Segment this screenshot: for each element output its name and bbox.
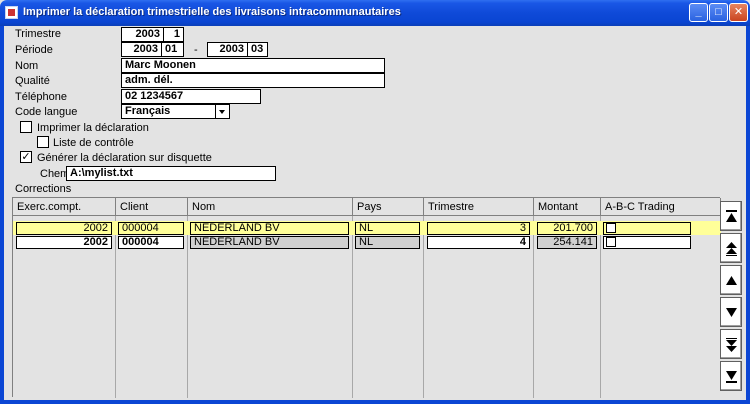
scroll-bottom-icon — [726, 371, 737, 383]
column-header-abc-trading[interactable]: A-B-C Trading — [601, 198, 721, 216]
column-divider — [423, 216, 424, 398]
generer-disquette-checkbox[interactable]: ✓ — [20, 151, 32, 163]
telephone-field[interactable]: 02 1234567 — [121, 89, 261, 104]
qualite-field[interactable]: adm. dél. — [121, 73, 385, 88]
periode-from-year-field[interactable]: 2003 — [121, 42, 162, 57]
imprimer-declaration-checkbox[interactable] — [20, 121, 32, 133]
trimestre-quarter-field[interactable]: 1 — [163, 27, 184, 42]
cell-abc-trading[interactable] — [603, 222, 691, 235]
double-down-arrow-icon — [726, 338, 737, 352]
liste-controle-checkbox[interactable] — [37, 136, 49, 148]
cell-exercice[interactable]: 2002 — [16, 236, 112, 249]
cell-abc-trading[interactable] — [603, 236, 691, 249]
page-down-button[interactable] — [720, 329, 742, 359]
code-langue-value: Français — [125, 105, 171, 117]
cell-exercice[interactable]: 2002 — [16, 222, 112, 235]
cell-montant[interactable]: 201.700 — [537, 222, 597, 235]
column-divider — [600, 216, 601, 398]
app-icon — [5, 6, 18, 19]
scroll-bottom-button[interactable] — [720, 361, 742, 391]
scroll-top-button[interactable] — [720, 201, 742, 231]
telephone-label: Téléphone — [15, 91, 67, 103]
scroll-top-icon — [726, 210, 737, 222]
abc-trading-checkbox[interactable] — [606, 237, 616, 247]
periode-from-month-field[interactable]: 01 — [161, 42, 184, 57]
periode-label: Période — [15, 44, 53, 56]
cell-client[interactable]: 000004 — [118, 236, 184, 249]
nom-field[interactable]: Marc Moonen — [121, 58, 385, 73]
page-up-button[interactable] — [720, 233, 742, 263]
up-arrow-icon — [726, 276, 737, 285]
chemin-label: Chem — [40, 168, 70, 180]
cell-pays[interactable]: NL — [355, 222, 420, 235]
line-down-button[interactable] — [720, 297, 742, 327]
code-langue-label: Code langue — [15, 106, 78, 118]
title-bar[interactable]: Imprimer la déclaration trimestrielle de… — [0, 0, 750, 26]
maximize-button[interactable]: □ — [709, 3, 728, 22]
cell-trimestre[interactable]: 4 — [427, 236, 530, 249]
minimize-button[interactable]: _ — [689, 3, 708, 22]
down-arrow-icon — [726, 308, 737, 317]
nom-label: Nom — [15, 60, 39, 72]
corrections-label: Corrections — [15, 183, 72, 195]
column-header-pays[interactable]: Pays — [353, 198, 424, 216]
periode-to-month-field[interactable]: 03 — [247, 42, 268, 57]
code-langue-select[interactable]: Français — [121, 104, 230, 119]
chemin-field[interactable]: A:\mylist.txt — [66, 166, 276, 181]
cell-trimestre[interactable]: 3 — [427, 222, 530, 235]
column-divider — [352, 216, 353, 398]
column-header-nom[interactable]: Nom — [188, 198, 353, 216]
column-header-trimestre[interactable]: Trimestre — [424, 198, 534, 216]
column-divider — [115, 216, 116, 398]
cell-nom[interactable]: NEDERLAND BV — [190, 222, 349, 235]
window-title: Imprimer la déclaration trimestrielle de… — [23, 6, 401, 18]
window-frame-bottom — [0, 400, 750, 404]
column-header-client[interactable]: Client — [116, 198, 188, 216]
trimestre-label: Trimestre — [15, 28, 62, 40]
periode-to-year-field[interactable]: 2003 — [207, 42, 248, 57]
column-divider — [187, 216, 188, 398]
close-button[interactable]: ✕ — [729, 3, 748, 22]
column-header-exercice[interactable]: Exerc.compt. — [13, 198, 116, 216]
periode-separator: - — [194, 44, 198, 56]
window-frame-left — [0, 26, 4, 404]
column-header-montant[interactable]: Montant — [534, 198, 601, 216]
line-up-button[interactable] — [720, 265, 742, 295]
cell-nom: NEDERLAND BV — [190, 236, 349, 249]
column-divider — [533, 216, 534, 398]
qualite-label: Qualité — [15, 75, 50, 87]
cell-client[interactable]: 000004 — [118, 222, 184, 235]
grid-scroll-buttons — [720, 197, 742, 397]
abc-trading-checkbox[interactable] — [606, 223, 616, 233]
cell-montant: 254.141 — [537, 236, 597, 249]
generer-disquette-label: Générer la déclaration sur disquette — [37, 152, 212, 164]
cell-pays: NL — [355, 236, 420, 249]
grid-header: Exerc.compt. Client Nom Pays Trimestre M… — [13, 198, 721, 216]
liste-controle-label: Liste de contrôle — [53, 137, 134, 149]
imprimer-declaration-label: Imprimer la déclaration — [37, 122, 149, 134]
corrections-grid[interactable]: Exerc.compt. Client Nom Pays Trimestre M… — [12, 197, 721, 398]
window-frame-right — [746, 26, 750, 404]
chevron-down-icon[interactable] — [215, 105, 229, 118]
double-up-arrow-icon — [726, 242, 737, 256]
trimestre-year-field[interactable]: 2003 — [121, 27, 164, 42]
